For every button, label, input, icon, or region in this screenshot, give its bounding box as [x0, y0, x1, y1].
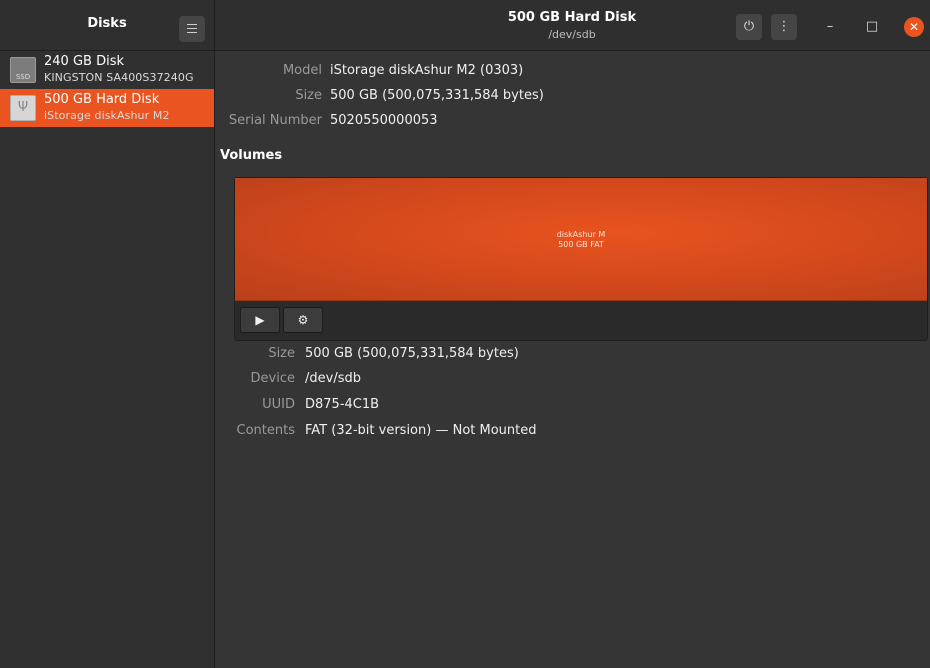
volumes-heading: Volumes	[220, 148, 283, 163]
volume-size-label: Size	[268, 346, 295, 361]
mount-button[interactable]: ▶	[240, 307, 280, 333]
volume-block-name: diskAshur M	[556, 230, 606, 239]
drive-model-value: iStorage diskAshur M2 (0303)	[330, 63, 524, 78]
volume-block-size: 500 GB FAT	[558, 240, 604, 249]
drive-size-value: 500 GB (500,075,331,584 bytes)	[330, 88, 544, 103]
drive-serial-value: 5020550000053	[330, 113, 438, 128]
volumes-map: diskAshur M 500 GB FAT ▶ ⚙	[234, 177, 928, 341]
close-button[interactable]: ✕	[904, 17, 924, 37]
volume-partition-block[interactable]: diskAshur M 500 GB FAT	[235, 178, 927, 301]
close-icon: ✕	[908, 20, 920, 34]
play-icon: ▶	[255, 313, 265, 327]
maximize-button[interactable]: □	[861, 16, 883, 38]
menu-button[interactable]	[179, 16, 205, 42]
disks-window: Disks 500 GB Hard Disk /dev/sdb ⏻ ⋮ – □ …	[0, 0, 930, 668]
power-off-button[interactable]: ⏻	[736, 14, 762, 40]
volume-contents-value: FAT (32-bit version) — Not Mounted	[305, 423, 537, 438]
volume-uuid-label: UUID	[262, 397, 295, 412]
hamburger-icon	[187, 24, 197, 34]
header-bar: Disks 500 GB Hard Disk /dev/sdb ⏻ ⋮ – □ …	[0, 0, 930, 51]
volume-device-value: /dev/sdb	[305, 371, 361, 386]
drive-model-label: Model	[282, 63, 322, 78]
minimize-icon: –	[826, 19, 834, 34]
maximize-icon: □	[865, 19, 879, 34]
sidebar-header: Disks	[0, 0, 215, 50]
drive-serial-label: Serial Number	[228, 113, 322, 128]
drive-size-label: Size	[295, 88, 322, 103]
volume-contents-label: Contents	[236, 423, 295, 438]
volume-device-label: Device	[250, 371, 295, 386]
partition-options-button[interactable]: ⚙	[283, 307, 323, 333]
minimize-button[interactable]: –	[819, 16, 841, 38]
drive-details: Model iStorage diskAshur M2 (0303) Size …	[215, 51, 930, 668]
power-icon: ⏻	[743, 19, 755, 34]
drive-options-button[interactable]: ⋮	[771, 14, 797, 40]
volume-uuid-value: D875-4C1B	[305, 397, 380, 412]
more-vertical-icon: ⋮	[777, 19, 791, 34]
gears-icon: ⚙	[297, 313, 309, 327]
volume-size-value: 500 GB (500,075,331,584 bytes)	[305, 346, 519, 361]
